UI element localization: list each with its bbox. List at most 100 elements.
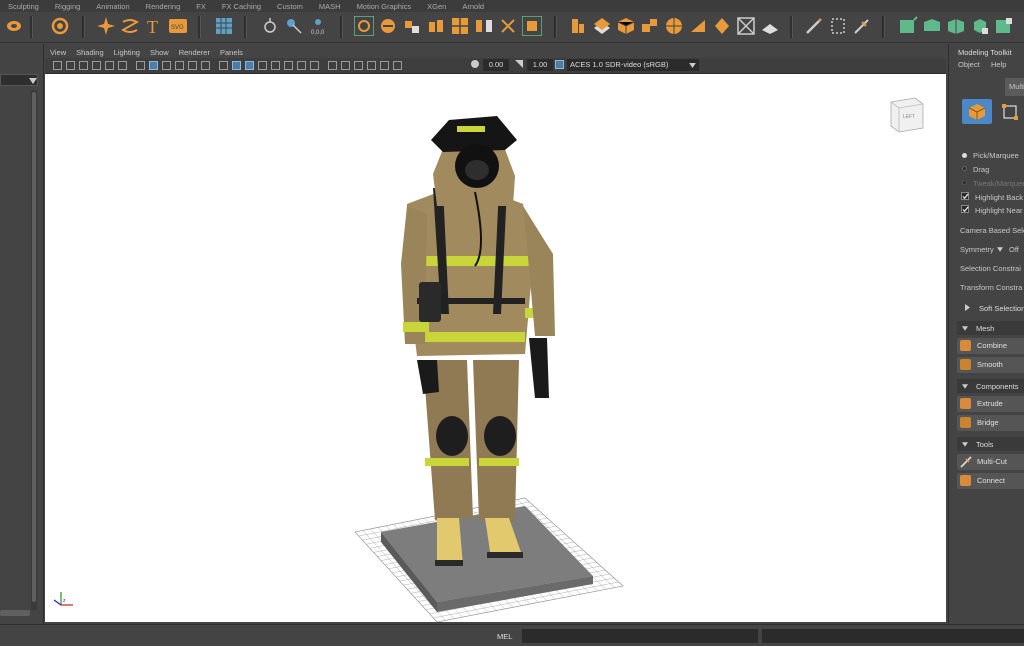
text-icon[interactable]: T	[144, 16, 164, 36]
wireframe-icon[interactable]	[219, 61, 228, 70]
gamma-field[interactable]: 1.00	[527, 59, 553, 71]
textured-icon[interactable]	[271, 61, 280, 70]
firefighter-model[interactable]	[401, 116, 555, 566]
left-scrollbar-thumb[interactable]	[32, 92, 36, 602]
uv-unfold-icon[interactable]	[970, 16, 990, 36]
left-scrollbar[interactable]	[31, 90, 37, 610]
gamma-icon[interactable]	[515, 60, 523, 68]
sculpt-icon[interactable]	[378, 16, 398, 36]
pick-marquee-radio[interactable]	[962, 153, 967, 158]
crossbox-icon[interactable]	[736, 16, 756, 36]
xray-joints-icon[interactable]	[380, 61, 389, 70]
view-cube[interactable]: LEFT	[887, 94, 927, 134]
shelf-tab-motion-graphics[interactable]: Motion Graphics	[349, 2, 420, 11]
combine-button[interactable]: Combine	[957, 338, 1024, 354]
symmetry-value[interactable]: Off	[1009, 245, 1019, 254]
shelf-tab-mash[interactable]: MASH	[311, 2, 349, 11]
viewport-menu-renderer[interactable]: Renderer	[174, 48, 215, 57]
shelf-tab-rigging[interactable]: Rigging	[47, 2, 88, 11]
brush-icon[interactable]	[4, 16, 24, 36]
sparkle-icon[interactable]	[96, 16, 116, 36]
gate-mask-icon[interactable]	[162, 61, 171, 70]
ik-handle-icon[interactable]	[284, 16, 304, 36]
antialias-icon[interactable]	[341, 61, 350, 70]
connect-button[interactable]: Connect	[957, 473, 1024, 489]
command-input[interactable]	[522, 629, 758, 643]
exposure-field[interactable]: 0.00	[483, 59, 509, 71]
shelf-tab-sculpting[interactable]: Sculpting	[0, 2, 47, 11]
vertex-mode-button[interactable]	[995, 99, 1023, 124]
tools-section-header[interactable]: Tools	[957, 437, 1024, 451]
curve-icon[interactable]	[120, 16, 140, 36]
isolate-icon[interactable]	[367, 61, 376, 70]
shelf-tab-animation[interactable]: Animation	[88, 2, 137, 11]
shadows-icon[interactable]	[297, 61, 306, 70]
tab-multi[interactable]: Multi	[1005, 78, 1024, 96]
camera-based-label[interactable]: Camera Based Sele	[960, 226, 1024, 235]
left-hscrollbar[interactable]	[0, 610, 30, 616]
color-space-dropdown[interactable]: ACES 1.0 SDR-video (sRGB)	[567, 59, 699, 71]
marquee-icon[interactable]	[828, 16, 848, 36]
uv-layout-icon[interactable]	[946, 16, 966, 36]
object-mode-button[interactable]	[962, 99, 992, 124]
uv-shell-icon[interactable]	[922, 16, 942, 36]
shelf-tab-rendering[interactable]: Rendering	[138, 2, 189, 11]
shelf-tab-fx-caching[interactable]: FX Caching	[214, 2, 269, 11]
viewport-menu-shading[interactable]: Shading	[71, 48, 109, 57]
command-language-label[interactable]: MEL	[497, 632, 512, 641]
safe-title-icon[interactable]	[201, 61, 210, 70]
triangle-icon[interactable]	[688, 16, 708, 36]
shelf-tab-custom[interactable]: Custom	[269, 2, 311, 11]
chevron-down-icon[interactable]	[997, 247, 1003, 252]
viewport-menu-view[interactable]: View	[45, 48, 71, 57]
mesh-section-header[interactable]: Mesh	[957, 321, 1024, 335]
field-chart-icon[interactable]	[175, 61, 184, 70]
shelf-tab-arnold[interactable]: Arnold	[454, 2, 492, 11]
bridge-icon[interactable]	[474, 16, 494, 36]
uv-cut-icon[interactable]	[994, 16, 1014, 36]
grid-icon[interactable]	[450, 16, 470, 36]
camera-icon[interactable]	[53, 61, 62, 70]
viewport-menu-panels[interactable]: Panels	[215, 48, 248, 57]
xray-icon[interactable]	[258, 61, 267, 70]
smooth-button[interactable]: Smooth	[957, 357, 1024, 373]
viewport-menu-lighting[interactable]: Lighting	[109, 48, 145, 57]
selection-constraint-label[interactable]: Selection Constrai	[960, 264, 1021, 273]
skin-icon[interactable]: 0,0,0	[308, 16, 328, 36]
smooth-shade-icon[interactable]	[232, 61, 241, 70]
depth-of-field-icon[interactable]	[354, 61, 363, 70]
mosaic-icon[interactable]	[640, 16, 660, 36]
extrude-button[interactable]: Extrude	[957, 396, 1024, 412]
motion-blur-icon[interactable]	[328, 61, 337, 70]
ambient-occlusion-icon[interactable]	[310, 61, 319, 70]
bridge-button[interactable]: Bridge	[957, 415, 1024, 431]
cube-icon[interactable]	[616, 16, 636, 36]
film-gate-icon[interactable]	[92, 61, 101, 70]
3d-viewport[interactable]: z LEFT	[45, 74, 946, 622]
crystal-icon[interactable]	[712, 16, 732, 36]
shelf-tab-fx[interactable]: FX	[188, 2, 214, 11]
tweak-marquee-radio[interactable]	[962, 180, 967, 185]
lock-camera-icon[interactable]	[66, 61, 75, 70]
knife-icon[interactable]	[852, 16, 872, 36]
lights-icon[interactable]	[284, 61, 293, 70]
color-management-toggle[interactable]	[555, 60, 564, 69]
safe-action-icon[interactable]	[188, 61, 197, 70]
grid-icon[interactable]	[214, 16, 234, 36]
extrude-icon[interactable]	[426, 16, 446, 36]
transform-constraint-label[interactable]: Transform Constra	[960, 283, 1022, 292]
polygon-icon[interactable]	[568, 16, 588, 36]
cube-icon[interactable]	[402, 16, 422, 36]
toolkit-menu-object[interactable]: Object	[958, 60, 980, 69]
merge-icon[interactable]	[498, 16, 518, 36]
soft-selection-label[interactable]: Soft Selection	[979, 304, 1024, 313]
camera-attributes-icon[interactable]	[118, 61, 127, 70]
exposure-icon[interactable]	[471, 60, 479, 68]
snap-icon[interactable]	[105, 61, 114, 70]
highlight-back-checkbox[interactable]	[961, 192, 969, 200]
viewport-menu-show[interactable]: Show	[145, 48, 174, 57]
expand-arrow-icon[interactable]	[965, 304, 970, 311]
bookmark-icon[interactable]	[79, 61, 88, 70]
grid-toggle-icon[interactable]	[136, 61, 145, 70]
pencil-icon[interactable]	[804, 16, 824, 36]
